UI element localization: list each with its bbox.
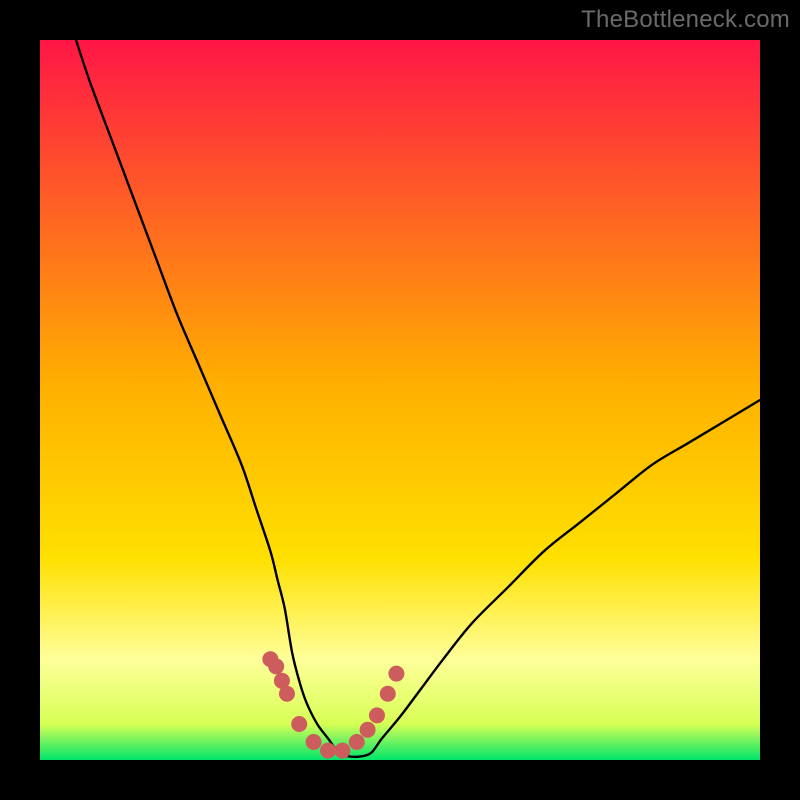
- chart-svg: [40, 40, 760, 760]
- highlight-dot: [369, 707, 385, 723]
- highlight-dot: [279, 686, 295, 702]
- highlight-dot: [388, 666, 404, 682]
- chart-frame: TheBottleneck.com: [0, 0, 800, 800]
- highlight-dot: [349, 734, 365, 750]
- highlight-dot: [268, 658, 284, 674]
- highlight-dot: [360, 722, 376, 738]
- highlight-dot: [291, 716, 307, 732]
- highlight-dot: [320, 743, 336, 759]
- watermark-text: TheBottleneck.com: [581, 6, 790, 34]
- plot-area: [40, 40, 760, 760]
- gradient-background: [40, 40, 760, 760]
- highlight-dot: [334, 743, 350, 759]
- highlight-dot: [306, 734, 322, 750]
- highlight-dot: [380, 686, 396, 702]
